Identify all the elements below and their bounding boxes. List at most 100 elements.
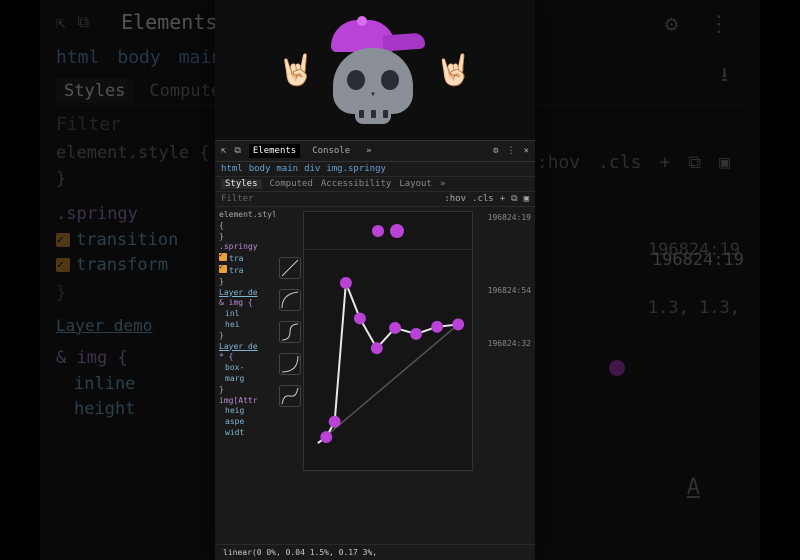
easing-handle[interactable] bbox=[320, 431, 332, 443]
source-link[interactable]: 196824:19 bbox=[488, 213, 531, 222]
layer-link[interactable]: Layer de bbox=[219, 342, 271, 353]
crumb[interactable]: html bbox=[221, 164, 243, 174]
easing-handle[interactable] bbox=[354, 313, 366, 325]
easing-handle[interactable] bbox=[389, 322, 401, 334]
selector: & img { bbox=[219, 298, 271, 309]
checkbox-icon[interactable] bbox=[56, 233, 70, 247]
device-icon[interactable]: ⧉ bbox=[688, 152, 701, 173]
easing-thumb[interactable] bbox=[279, 257, 301, 279]
inspect-icon[interactable]: ⇱ bbox=[221, 146, 226, 156]
devtools-panel: ⇱ ⧉ Elements Console » ⚙ ⋮ ✕ html body m… bbox=[215, 140, 535, 560]
layer-link[interactable]: Layer de bbox=[219, 288, 271, 299]
more-icon[interactable]: ⋮ bbox=[507, 146, 516, 156]
gear-icon[interactable]: ⚙ bbox=[665, 12, 678, 37]
easing-thumbnails bbox=[275, 207, 305, 544]
prop: inline bbox=[74, 374, 135, 394]
prop: inl bbox=[225, 309, 271, 320]
download-icon[interactable]: ⭳ bbox=[721, 60, 728, 94]
easing-thumb[interactable] bbox=[279, 289, 301, 311]
vals: 1.3, 1.3, bbox=[648, 298, 740, 318]
subtab-accessibility[interactable]: Accessibility bbox=[321, 179, 391, 189]
foreground-panel: 🤘🏻 ▾ 🤘🏻 ⇱ ⧉ Elements Console » ⚙ ⋮ ✕ bbox=[215, 0, 535, 560]
close-icon[interactable]: ✕ bbox=[524, 146, 529, 156]
tab-elements[interactable]: Elements bbox=[249, 144, 300, 158]
easing-handle[interactable] bbox=[329, 416, 341, 428]
source-link[interactable]: 196824:54 bbox=[488, 286, 531, 295]
inspect-icon[interactable]: ⇱ bbox=[56, 13, 66, 32]
easing-handle[interactable] bbox=[609, 360, 625, 376]
tab-elements[interactable]: Elements bbox=[121, 10, 217, 34]
code-line: } bbox=[219, 232, 271, 243]
easing-thumb[interactable] bbox=[279, 353, 301, 375]
rock-hand-right: 🤘🏻 bbox=[435, 53, 472, 88]
skull-logo: ▾ bbox=[325, 20, 425, 120]
crumb-body[interactable]: body bbox=[117, 47, 160, 68]
preview-dot bbox=[390, 224, 404, 238]
easing-handle[interactable] bbox=[410, 328, 422, 340]
subtab-styles[interactable]: Styles bbox=[221, 179, 262, 189]
code-line: } bbox=[219, 277, 271, 288]
filter-input[interactable]: Filter bbox=[221, 194, 254, 204]
subtab-styles[interactable]: Styles bbox=[56, 79, 133, 103]
rock-hand-left: 🤘🏻 bbox=[278, 53, 315, 88]
subtab-more[interactable]: » bbox=[440, 179, 445, 189]
device-icon[interactable]: ⧉ bbox=[234, 146, 240, 156]
hov-toggle[interactable]: :hov bbox=[537, 152, 580, 173]
easing-handle[interactable] bbox=[452, 318, 464, 330]
cls-toggle[interactable]: .cls bbox=[598, 152, 641, 173]
breadcrumb[interactable]: html body main div img.springy bbox=[215, 162, 535, 177]
crumb[interactable]: div bbox=[304, 164, 320, 174]
prop: transform bbox=[76, 255, 168, 275]
prop: box- bbox=[225, 363, 271, 374]
easing-value: linear(0 0%, 0.04 1.5%, 0.17 3%, bbox=[215, 544, 535, 560]
selector: img[Attr bbox=[219, 396, 271, 407]
device-icon[interactable]: ⧉ bbox=[511, 194, 517, 204]
prop: tra bbox=[229, 254, 243, 263]
easing-handle[interactable] bbox=[340, 277, 352, 289]
prop: marg bbox=[225, 374, 271, 385]
prop: transition bbox=[76, 230, 178, 250]
crumb[interactable]: main bbox=[276, 164, 298, 174]
crumb[interactable]: img.springy bbox=[326, 164, 386, 174]
box-icon[interactable]: ▣ bbox=[719, 152, 730, 173]
font-size-icon[interactable]: A bbox=[687, 475, 700, 500]
easing-graph[interactable] bbox=[304, 250, 472, 470]
easing-editor[interactable] bbox=[303, 211, 473, 471]
easing-thumb[interactable] bbox=[279, 385, 301, 407]
more-icon[interactable]: ⋮ bbox=[708, 12, 730, 37]
cls-toggle[interactable]: .cls bbox=[472, 194, 494, 204]
easing-handle[interactable] bbox=[371, 342, 383, 354]
prop: widt bbox=[225, 428, 271, 439]
subtab-layout[interactable]: Layout bbox=[399, 179, 432, 189]
selector: .springy bbox=[56, 204, 138, 224]
source-link[interactable]: 196824:32 bbox=[488, 339, 531, 348]
tab-console[interactable]: Console bbox=[308, 144, 354, 158]
box-icon[interactable]: ▣ bbox=[524, 194, 529, 204]
styles-pane[interactable]: element.style { } .springy tra tra } Lay… bbox=[215, 207, 275, 544]
plus-icon[interactable]: + bbox=[659, 152, 670, 173]
checkbox-icon[interactable] bbox=[219, 253, 227, 261]
prop: height bbox=[74, 399, 135, 419]
prop: aspe bbox=[225, 417, 271, 428]
device-icon[interactable]: ⧉ bbox=[78, 12, 89, 32]
source-link[interactable]: 196824:19 bbox=[652, 250, 744, 270]
crumb[interactable]: body bbox=[249, 164, 271, 174]
hov-toggle[interactable]: :hov bbox=[444, 194, 466, 204]
subtab-computed[interactable]: Computed bbox=[270, 179, 313, 189]
preview-dot bbox=[372, 225, 384, 237]
page-preview: 🤘🏻 ▾ 🤘🏻 bbox=[215, 0, 535, 140]
gear-icon[interactable]: ⚙ bbox=[493, 146, 498, 156]
code-line: } bbox=[219, 385, 271, 396]
selector: .springy bbox=[219, 242, 271, 253]
checkbox-icon[interactable] bbox=[56, 258, 70, 272]
checkbox-icon[interactable] bbox=[219, 265, 227, 273]
tab-more[interactable]: » bbox=[362, 144, 375, 158]
selector: & img { bbox=[56, 348, 128, 368]
prop: heig bbox=[225, 406, 271, 417]
prop: tra bbox=[229, 266, 243, 275]
crumb-html[interactable]: html bbox=[56, 47, 99, 68]
easing-handle[interactable] bbox=[431, 321, 443, 333]
plus-icon[interactable]: + bbox=[500, 194, 505, 204]
prop: hei bbox=[225, 320, 271, 331]
easing-thumb[interactable] bbox=[279, 321, 301, 343]
